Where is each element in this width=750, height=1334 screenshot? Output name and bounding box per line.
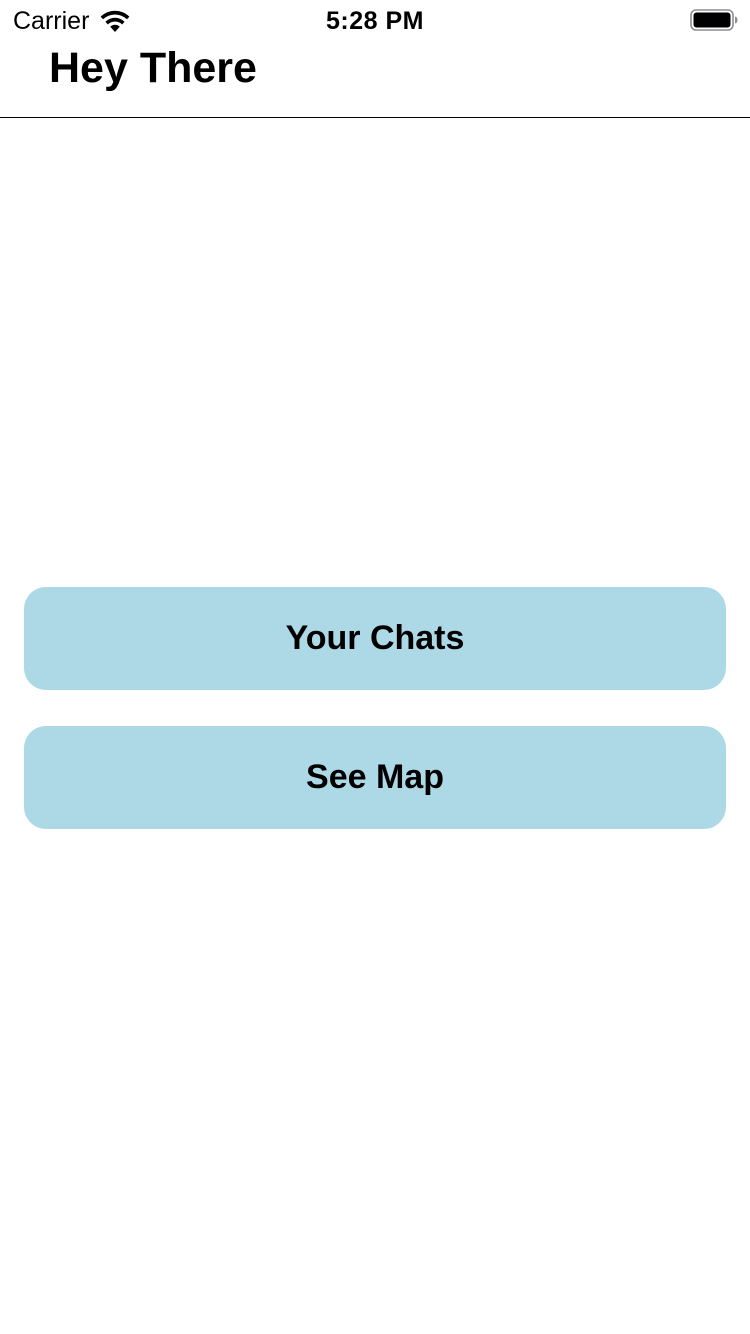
status-bar: Carrier 5:28 PM [0, 0, 750, 40]
battery-full-icon [690, 9, 738, 31]
page-title: Hey There [49, 44, 257, 92]
see-map-button[interactable]: See Map [24, 726, 726, 829]
status-time: 5:28 PM [326, 7, 424, 35]
navigation-header: Hey There [0, 40, 750, 118]
your-chats-button[interactable]: Your Chats [24, 587, 726, 690]
